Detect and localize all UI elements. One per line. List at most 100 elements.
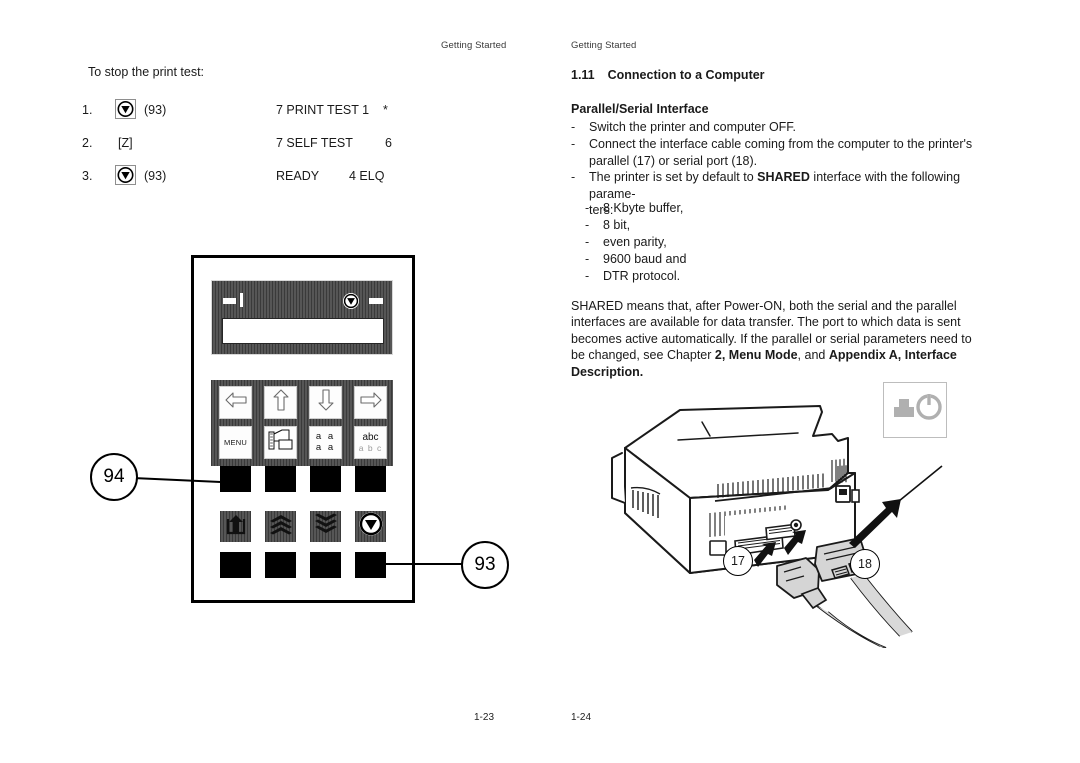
sub-bullet-item: - 8 bit, <box>585 217 983 234</box>
step-display-text: READY <box>276 169 320 183</box>
control-panel-illustration: MENU a a a a abc a b c <box>191 255 415 603</box>
key-menu[interactable]: MENU <box>219 426 252 459</box>
bullet-dash: - <box>585 201 590 215</box>
stop-icon <box>358 511 384 542</box>
stop-indicator-icon <box>342 292 360 310</box>
bullet-item: - Connect the interface cable coming fro… <box>571 136 983 169</box>
key-pad[interactable] <box>310 466 341 492</box>
step-row-2: 2. [Z] 7 SELF TEST 6 <box>82 132 482 156</box>
bullet-text: Switch the printer and computer OFF. <box>589 120 797 134</box>
paper-load-up-icon <box>224 512 248 541</box>
sub-bullet-text: 8 Kbyte buffer, <box>603 201 684 215</box>
subsection-heading: Parallel/Serial Interface <box>571 102 709 116</box>
lcd-display <box>222 318 384 344</box>
shared-explanation-paragraph: SHARED means that, after Power-ON, both … <box>571 298 985 380</box>
bullet-dash: - <box>585 218 590 232</box>
step-display-right: 6 <box>385 136 392 150</box>
key-paper-path[interactable] <box>264 426 297 459</box>
key-pad-row-upper <box>211 466 393 494</box>
sub-bullet-text: even parity, <box>603 235 667 249</box>
key-pad-row-lower <box>211 552 393 580</box>
key-row-functions: MENU a a a a abc a b c <box>211 424 393 462</box>
section-number: 1.11 <box>571 68 595 82</box>
key-stop[interactable] <box>355 511 386 542</box>
bullet-dash: - <box>571 170 576 184</box>
font-size-icon: a a a a <box>315 431 336 453</box>
stop-icon <box>115 165 136 185</box>
intro-text: To stop the print test: <box>88 65 205 79</box>
key-pad[interactable] <box>310 552 341 578</box>
form-feed-up-icon <box>268 512 294 541</box>
led-indicator <box>223 298 236 304</box>
key-arrow-down[interactable] <box>309 386 342 419</box>
section-title: Connection to a Computer <box>607 68 765 82</box>
sub-bullet-item: - even parity, <box>585 234 983 251</box>
sub-bullet-text: 9600 baud and <box>603 252 687 266</box>
key-font-size[interactable]: a a a a <box>309 426 342 459</box>
callout-93: 93 <box>461 541 509 589</box>
bullet-text-bold: SHARED <box>757 170 810 184</box>
key-arrow-up[interactable] <box>264 386 297 419</box>
bullet-dash: - <box>585 269 590 283</box>
callout-leader-line <box>380 563 464 565</box>
step-row-3: 3. (93) READY 4 ELQ <box>82 165 482 189</box>
control-panel-display-block <box>211 280 393 355</box>
key-pad[interactable] <box>265 552 296 578</box>
arrow-left-icon <box>223 389 249 416</box>
power-switch-icon <box>884 393 946 441</box>
key-form-feed-up[interactable] <box>265 511 296 542</box>
font-size-label-bottom: a a <box>315 441 336 453</box>
key-arrow-left[interactable] <box>219 386 252 419</box>
callout-18: 18 <box>850 549 880 579</box>
key-character-set[interactable]: abc a b c <box>354 426 387 459</box>
bullet-dash: - <box>585 235 590 249</box>
step-row-1: 1. (93) 7 PRINT TEST 1 * <box>82 99 482 123</box>
header-left: Getting Started <box>441 40 507 51</box>
sub-bullet-item: - 9600 baud and <box>585 251 983 268</box>
bullet-text-pre: The printer is set by default to <box>589 170 758 184</box>
led-indicator <box>369 298 383 304</box>
bullet-text: Connect the interface cable coming from … <box>589 137 973 168</box>
callout-94: 94 <box>90 453 138 501</box>
key-pad[interactable] <box>265 466 296 492</box>
key-arrow-right[interactable] <box>354 386 387 419</box>
bullet-dash: - <box>571 120 576 134</box>
arrow-down-icon <box>315 387 337 418</box>
key-pad[interactable] <box>355 552 386 578</box>
key-pad[interactable] <box>355 466 386 492</box>
key-form-feed-down[interactable] <box>310 511 341 542</box>
control-panel-key-block: MENU a a a a abc a b c <box>211 380 393 466</box>
step-display-text: 7 PRINT TEST 1 <box>276 103 370 117</box>
step-key-text: [Z] <box>118 136 133 150</box>
step-number: 2. <box>82 136 93 150</box>
arrow-up-icon <box>270 387 292 418</box>
manual-page-spread: Getting Started Getting Started To stop … <box>0 0 1080 763</box>
step-key-ref: (93) <box>144 103 167 117</box>
footer-page-number-right: 1-24 <box>571 712 592 723</box>
footer-page-number-left: 1-23 <box>474 712 495 723</box>
power-switch-reference-box <box>883 382 947 438</box>
section-heading: 1.11 Connection to a Computer <box>571 68 765 82</box>
paragraph-line-4-pre: Chapter <box>666 348 715 363</box>
charset-label-top: abc <box>362 432 379 443</box>
callout-17: 17 <box>723 546 753 576</box>
key-row-paper-handling <box>211 508 393 548</box>
font-size-label-top: a a <box>315 431 336 442</box>
sub-bullet-text: DTR protocol. <box>603 269 681 283</box>
charset-label-bottom: a b c <box>358 443 383 453</box>
arrow-right-icon <box>358 389 384 416</box>
sub-bullet-text: 8 bit, <box>603 218 631 232</box>
key-pad[interactable] <box>220 466 251 492</box>
key-menu-label: MENU <box>224 438 247 447</box>
paragraph-line-4-mid: , and <box>797 348 829 363</box>
character-set-icon: abc a b c <box>359 432 382 453</box>
bullet-item: - Switch the printer and computer OFF. <box>571 119 983 136</box>
paragraph-ref-menu-mode: 2, Menu Mode <box>714 348 798 363</box>
key-paper-load[interactable] <box>220 511 251 542</box>
paper-path-icon <box>267 428 295 457</box>
key-pad[interactable] <box>220 552 251 578</box>
step-display-text: 7 SELF TEST <box>276 136 353 150</box>
step-number: 3. <box>82 169 93 183</box>
sub-bullet-item: - DTR protocol. <box>585 268 983 285</box>
step-number: 1. <box>82 103 93 117</box>
